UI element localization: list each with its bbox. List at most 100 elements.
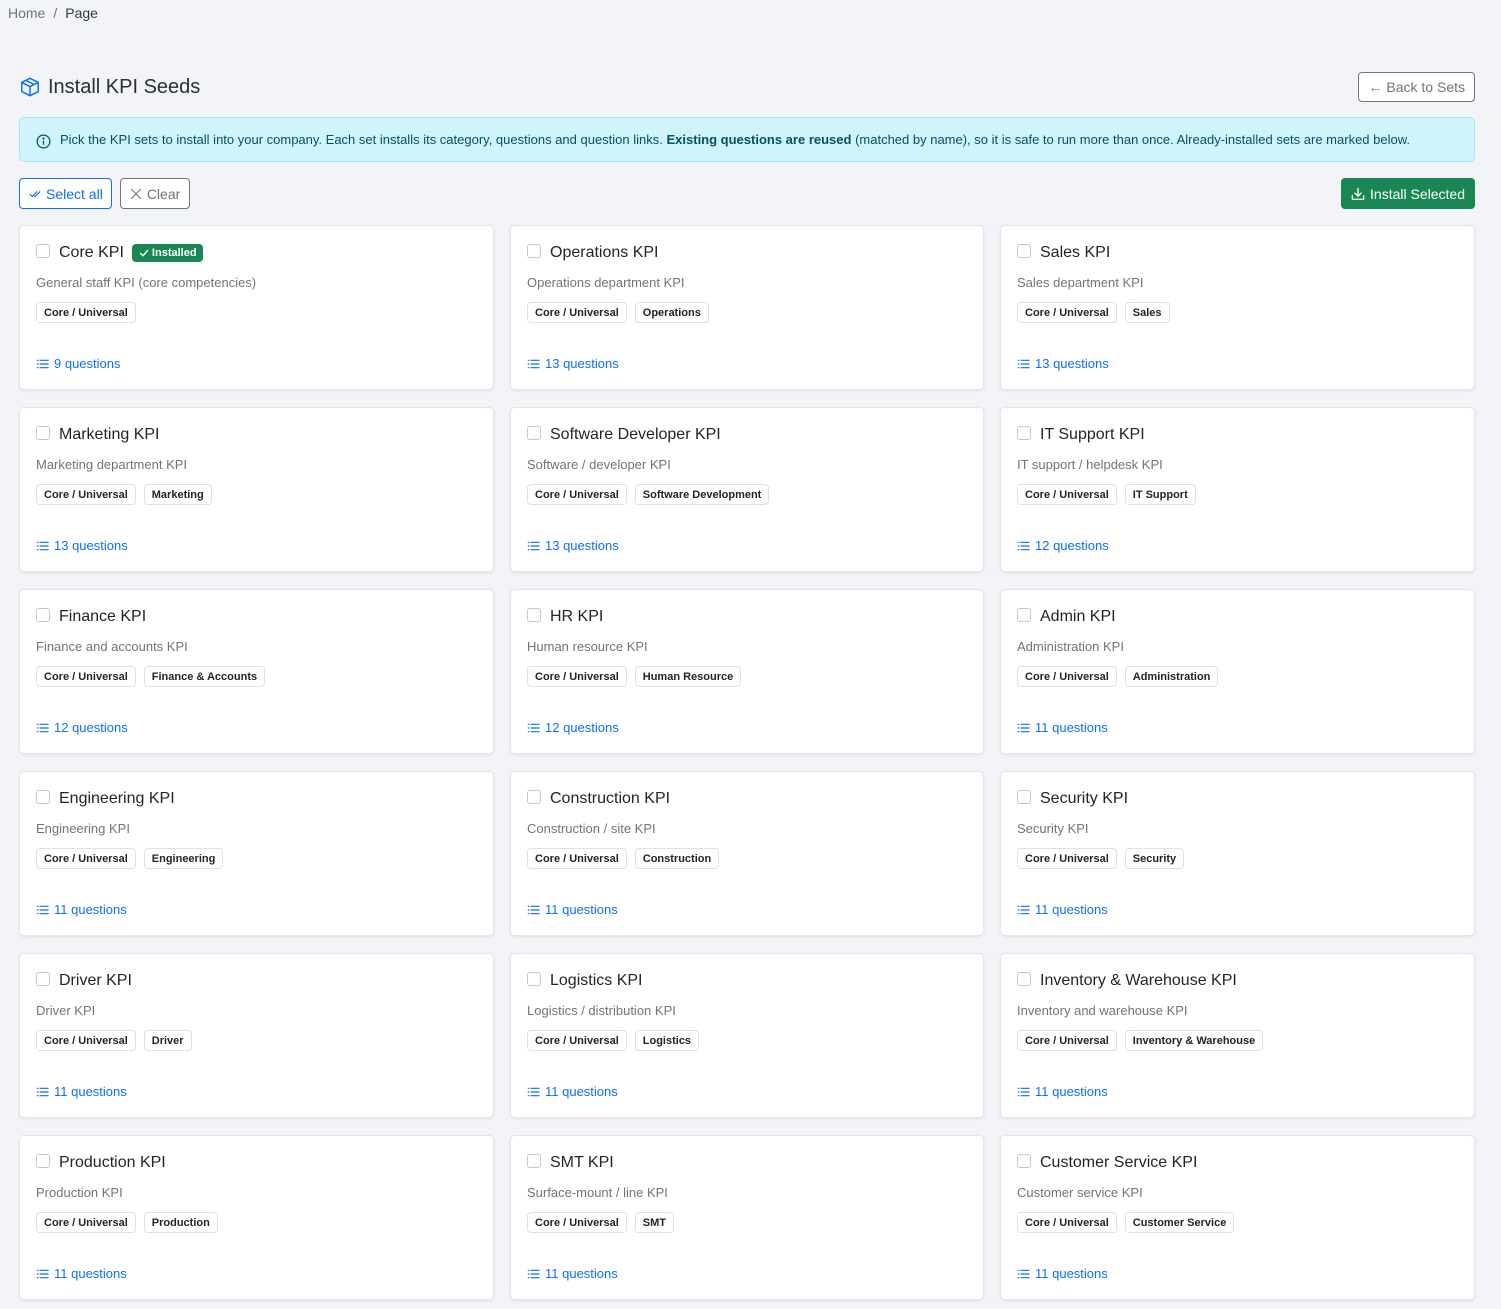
questions-count: 13 questions	[54, 538, 128, 553]
select-checkbox[interactable]	[527, 1153, 541, 1168]
clear-button[interactable]: Clear	[119, 178, 191, 209]
questions-link[interactable]: 13 questions	[36, 538, 128, 553]
questions-link[interactable]: 11 questions	[36, 1266, 127, 1281]
questions-link[interactable]: 9 questions	[36, 356, 121, 371]
category-tag: Marketing	[143, 484, 212, 505]
questions-link[interactable]: 11 questions	[1017, 720, 1108, 735]
questions-link[interactable]: 11 questions	[36, 1084, 127, 1099]
select-checkbox[interactable]	[527, 243, 541, 258]
kpi-set-card[interactable]: Marketing KPI Marketing department KPI Cor…	[19, 407, 494, 572]
kpi-set-card[interactable]: HR KPI Human resource KPI Core / Universal…	[510, 589, 984, 754]
card-header: Security KPI	[1017, 789, 1128, 808]
select-all-button[interactable]: Select all	[19, 178, 112, 209]
kpi-set-card[interactable]: Admin KPI Administration KPI Core / Univer…	[1000, 589, 1475, 754]
list-icon	[527, 358, 540, 370]
card-tags: Core / Universal Driver	[36, 1030, 200, 1051]
select-checkbox[interactable]	[36, 607, 50, 622]
select-checkbox[interactable]	[1017, 971, 1031, 986]
questions-link[interactable]: 11 questions	[36, 902, 127, 917]
questions-link[interactable]: 11 questions	[527, 1266, 618, 1281]
kpi-set-card[interactable]: Security KPI Security KPI Core / Universal…	[1000, 771, 1475, 936]
select-checkbox[interactable]	[36, 1153, 50, 1168]
check-icon	[139, 248, 149, 258]
questions-count: 11 questions	[1035, 902, 1108, 917]
kpi-set-card[interactable]: IT Support KPI IT support / helpdesk KPI C…	[1000, 407, 1475, 572]
card-title: Admin KPI	[1040, 608, 1116, 625]
list-icon	[36, 358, 49, 370]
card-header: Engineering KPI	[36, 789, 175, 808]
select-checkbox[interactable]	[36, 971, 50, 986]
select-checkbox[interactable]	[527, 607, 541, 622]
category-tag: Core / Universal	[1017, 1030, 1117, 1051]
card-description: Marketing department KPI	[36, 457, 188, 472]
card-description: Production KPI	[36, 1185, 123, 1200]
category-tag: Customer Service	[1124, 1212, 1235, 1233]
kpi-set-card[interactable]: Sales KPI Sales department KPI Core / Univ…	[1000, 225, 1475, 390]
questions-count: 11 questions	[54, 1084, 127, 1099]
kpi-set-card[interactable]: Inventory & Warehouse KPI Inventory and w…	[1000, 953, 1475, 1118]
kpi-set-card[interactable]: Finance KPI Finance and accounts KPI Core …	[19, 589, 494, 754]
select-checkbox[interactable]	[527, 971, 541, 986]
list-icon	[36, 722, 49, 734]
card-header: Production KPI	[36, 1153, 166, 1172]
select-checkbox[interactable]	[527, 425, 541, 440]
questions-link[interactable]: 11 questions	[1017, 1266, 1108, 1281]
questions-link[interactable]: 11 questions	[1017, 902, 1108, 917]
questions-link[interactable]: 12 questions	[527, 720, 619, 735]
questions-link[interactable]: 13 questions	[527, 538, 619, 553]
select-checkbox[interactable]	[36, 243, 50, 258]
kpi-set-card[interactable]: Driver KPI Driver KPI Core / Universal Driv…	[19, 953, 494, 1118]
questions-count: 11 questions	[1035, 720, 1108, 735]
category-tag: Construction	[634, 848, 720, 869]
questions-link[interactable]: 12 questions	[36, 720, 128, 735]
select-checkbox[interactable]	[1017, 789, 1031, 804]
card-header: Construction KPI	[527, 789, 671, 808]
category-tag: Core / Universal	[527, 666, 627, 687]
kpi-set-card[interactable]: Operations KPI Operations department KPI C…	[510, 225, 984, 390]
kpi-set-card[interactable]: Engineering KPI Engineering KPI Core / Uni…	[19, 771, 494, 936]
questions-count: 11 questions	[1035, 1266, 1108, 1281]
select-checkbox[interactable]	[36, 425, 50, 440]
questions-link[interactable]: 13 questions	[1017, 356, 1109, 371]
card-tags: Core / Universal SMT	[527, 1212, 682, 1233]
select-checkbox[interactable]	[1017, 425, 1031, 440]
card-description: Sales department KPI	[1017, 275, 1144, 290]
category-tag: Logistics	[634, 1030, 700, 1051]
back-to-sets-button[interactable]: ← Back to Sets	[1358, 72, 1475, 102]
card-description: Surface-mount / line KPI	[527, 1185, 668, 1200]
questions-link[interactable]: 12 questions	[1017, 538, 1109, 553]
download-icon	[1351, 187, 1365, 201]
alert-text: Pick the KPI sets to install into your c…	[60, 131, 1410, 148]
select-checkbox[interactable]	[527, 789, 541, 804]
card-header: Sales KPI	[1017, 243, 1110, 262]
kpi-set-card[interactable]: Construction KPI Construction / site KPI C…	[510, 771, 984, 936]
select-checkbox[interactable]	[1017, 243, 1031, 258]
kpi-set-card[interactable]: Core KPI Installed General staff KPI (core…	[19, 225, 494, 390]
questions-link[interactable]: 11 questions	[527, 1084, 618, 1099]
category-tag: Core / Universal	[527, 848, 627, 869]
questions-link[interactable]: 13 questions	[527, 356, 619, 371]
category-tag: Core / Universal	[527, 484, 627, 505]
questions-link[interactable]: 11 questions	[1017, 1084, 1108, 1099]
select-checkbox[interactable]	[1017, 607, 1031, 622]
kpi-set-card[interactable]: SMT KPI Surface-mount / line KPI Core / Un…	[510, 1135, 984, 1300]
kpi-set-card[interactable]: Production KPI Production KPI Core / Unive…	[19, 1135, 494, 1300]
questions-count: 11 questions	[1035, 1084, 1108, 1099]
category-tag: SMT	[634, 1212, 674, 1233]
card-title: Production KPI	[59, 1154, 166, 1171]
select-checkbox[interactable]	[1017, 1153, 1031, 1168]
kpi-set-card[interactable]: Logistics KPI Logistics / distribution KP…	[510, 953, 984, 1118]
breadcrumb-home-link[interactable]: Home	[8, 5, 45, 21]
questions-link[interactable]: 11 questions	[527, 902, 618, 917]
list-icon	[1017, 358, 1030, 370]
kpi-set-card[interactable]: Customer Service KPI Customer service KPI…	[1000, 1135, 1475, 1300]
install-selected-button[interactable]: Install Selected	[1341, 178, 1475, 209]
kpi-set-card[interactable]: Software Developer KPI Software / develop…	[510, 407, 984, 572]
card-title: Construction KPI	[550, 790, 671, 807]
card-header: Finance KPI	[36, 607, 146, 626]
card-header: Software Developer KPI	[527, 425, 721, 444]
title-wrap: Install KPI Seeds	[19, 76, 200, 99]
select-checkbox[interactable]	[36, 789, 50, 804]
category-tag: Operations	[634, 302, 709, 323]
list-icon	[527, 904, 540, 916]
